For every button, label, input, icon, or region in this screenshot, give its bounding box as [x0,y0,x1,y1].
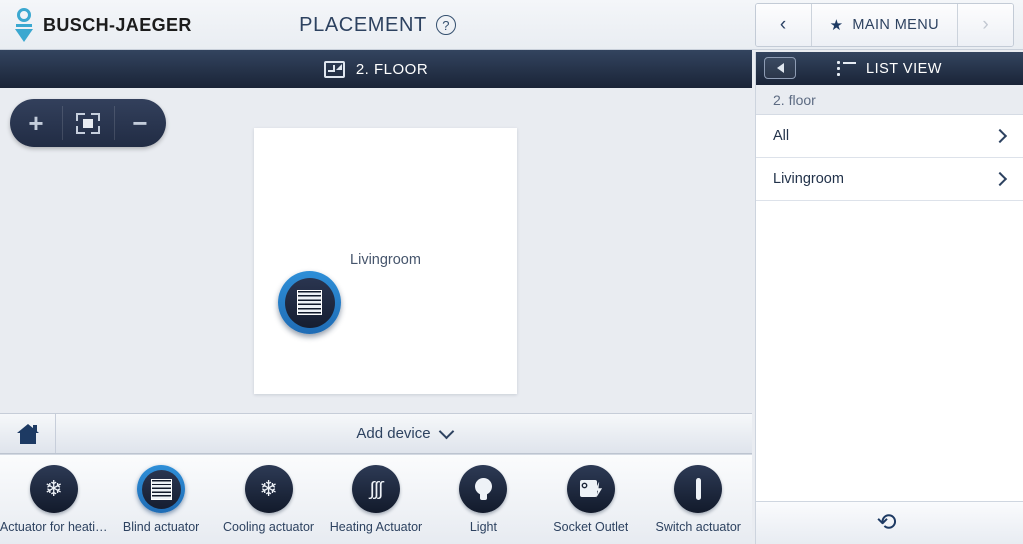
add-device-bar: Add device [0,413,752,454]
star-icon: ★ [829,17,844,34]
fit-to-screen-button[interactable] [62,99,114,147]
heat-waves-icon: ∫∫∫ [351,465,400,513]
sidebar-item-all[interactable]: All [756,115,1023,158]
palette-item-label: Socket Outlet [553,520,629,534]
zoom-out-button[interactable]: − [114,99,166,147]
room-livingroom[interactable]: Livingroom [254,128,517,394]
palette-item-heating-actuator[interactable]: ∫∫∫ Heating Actuator [322,455,429,534]
right-sidebar: LIST VIEW 2. floor All Livingroom ⟲ [755,52,1023,544]
page-title: PLACEMENT [299,13,427,36]
add-device-label: Add device [356,425,431,442]
main-menu-group: ‹ ★ MAIN MENU › [754,3,1014,47]
floor-title: 2. FLOOR [355,60,429,78]
device-palette: ❄ Actuator for heati… Blind actuator ❄ C… [0,454,752,544]
blind-actuator-icon [137,465,186,513]
nav-next-button[interactable]: › [957,4,1013,46]
palette-item-label: Heating Actuator [329,520,423,534]
palette-item-label: Switch actuator [655,520,741,534]
collapse-panel-icon[interactable] [764,57,796,79]
house-icon [16,423,39,444]
placed-device-blind-actuator[interactable] [278,271,341,334]
chevron-right-icon [992,128,1008,144]
main-menu-button[interactable]: ★ MAIN MENU [811,4,957,46]
application-window: BUSCH-JAEGER PLACEMENT ? ‹ ★ MAIN MENU ›… [0,0,1023,544]
main-menu-label: MAIN MENU [852,17,939,33]
snowflake-icon: ❄ [244,465,293,513]
chevron-down-icon [438,423,454,439]
sidebar-empty-area [756,201,1023,521]
palette-item-label: Blind actuator [122,520,200,534]
floor-title-bar[interactable]: 2. FLOOR [0,50,752,89]
sidebar-item-label: All [773,128,790,144]
zoom-in-button[interactable]: + [10,99,62,147]
page-title-area: PLACEMENT ? [0,0,755,50]
palette-item-light[interactable]: Light [430,455,537,534]
palette-item-blind-actuator[interactable]: Blind actuator [107,455,214,534]
palette-item-label: Light [469,520,497,534]
palette-item-switch-actuator[interactable]: Switch actuator [645,455,752,534]
back-arrow-icon: ⟲ [876,509,897,536]
palette-item-label: Actuator for heati… [0,520,108,534]
zoom-controls: + − [10,99,166,147]
heat-cool-actuator-icon: ❄ [29,465,78,513]
lightbulb-icon [459,465,508,513]
sidebar-title: LIST VIEW [866,60,942,77]
list-view-icon [837,61,857,76]
socket-outlet-icon [566,465,615,513]
sidebar-subheader: 2. floor [756,85,1023,115]
home-button[interactable] [0,414,56,453]
floor-swap-icon [323,60,345,78]
sidebar-header: LIST VIEW [756,52,1023,85]
help-icon[interactable]: ? [435,15,456,35]
palette-item-socket-outlet[interactable]: Socket Outlet [537,455,644,534]
fit-to-screen-icon [76,112,100,134]
palette-item-label: Cooling actuator [223,520,315,534]
sidebar-back-button[interactable]: ⟲ [756,501,1023,544]
blind-actuator-icon [297,290,322,315]
nav-prev-button[interactable]: ‹ [755,4,812,46]
switch-actuator-icon [674,465,723,513]
sidebar-item-livingroom[interactable]: Livingroom [756,158,1023,201]
floorplan-canvas[interactable]: + − Livingroom [0,88,752,413]
sidebar-item-label: Livingroom [773,171,844,187]
palette-item-actuator-for-heating[interactable]: ❄ Actuator for heati… [0,455,108,534]
add-device-button[interactable]: Add device [56,423,752,442]
room-label: Livingroom [350,252,421,268]
palette-item-cooling-actuator[interactable]: ❄ Cooling actuator [215,455,322,534]
top-header: BUSCH-JAEGER PLACEMENT ? ‹ ★ MAIN MENU › [0,0,1023,50]
chevron-right-icon [992,171,1008,187]
